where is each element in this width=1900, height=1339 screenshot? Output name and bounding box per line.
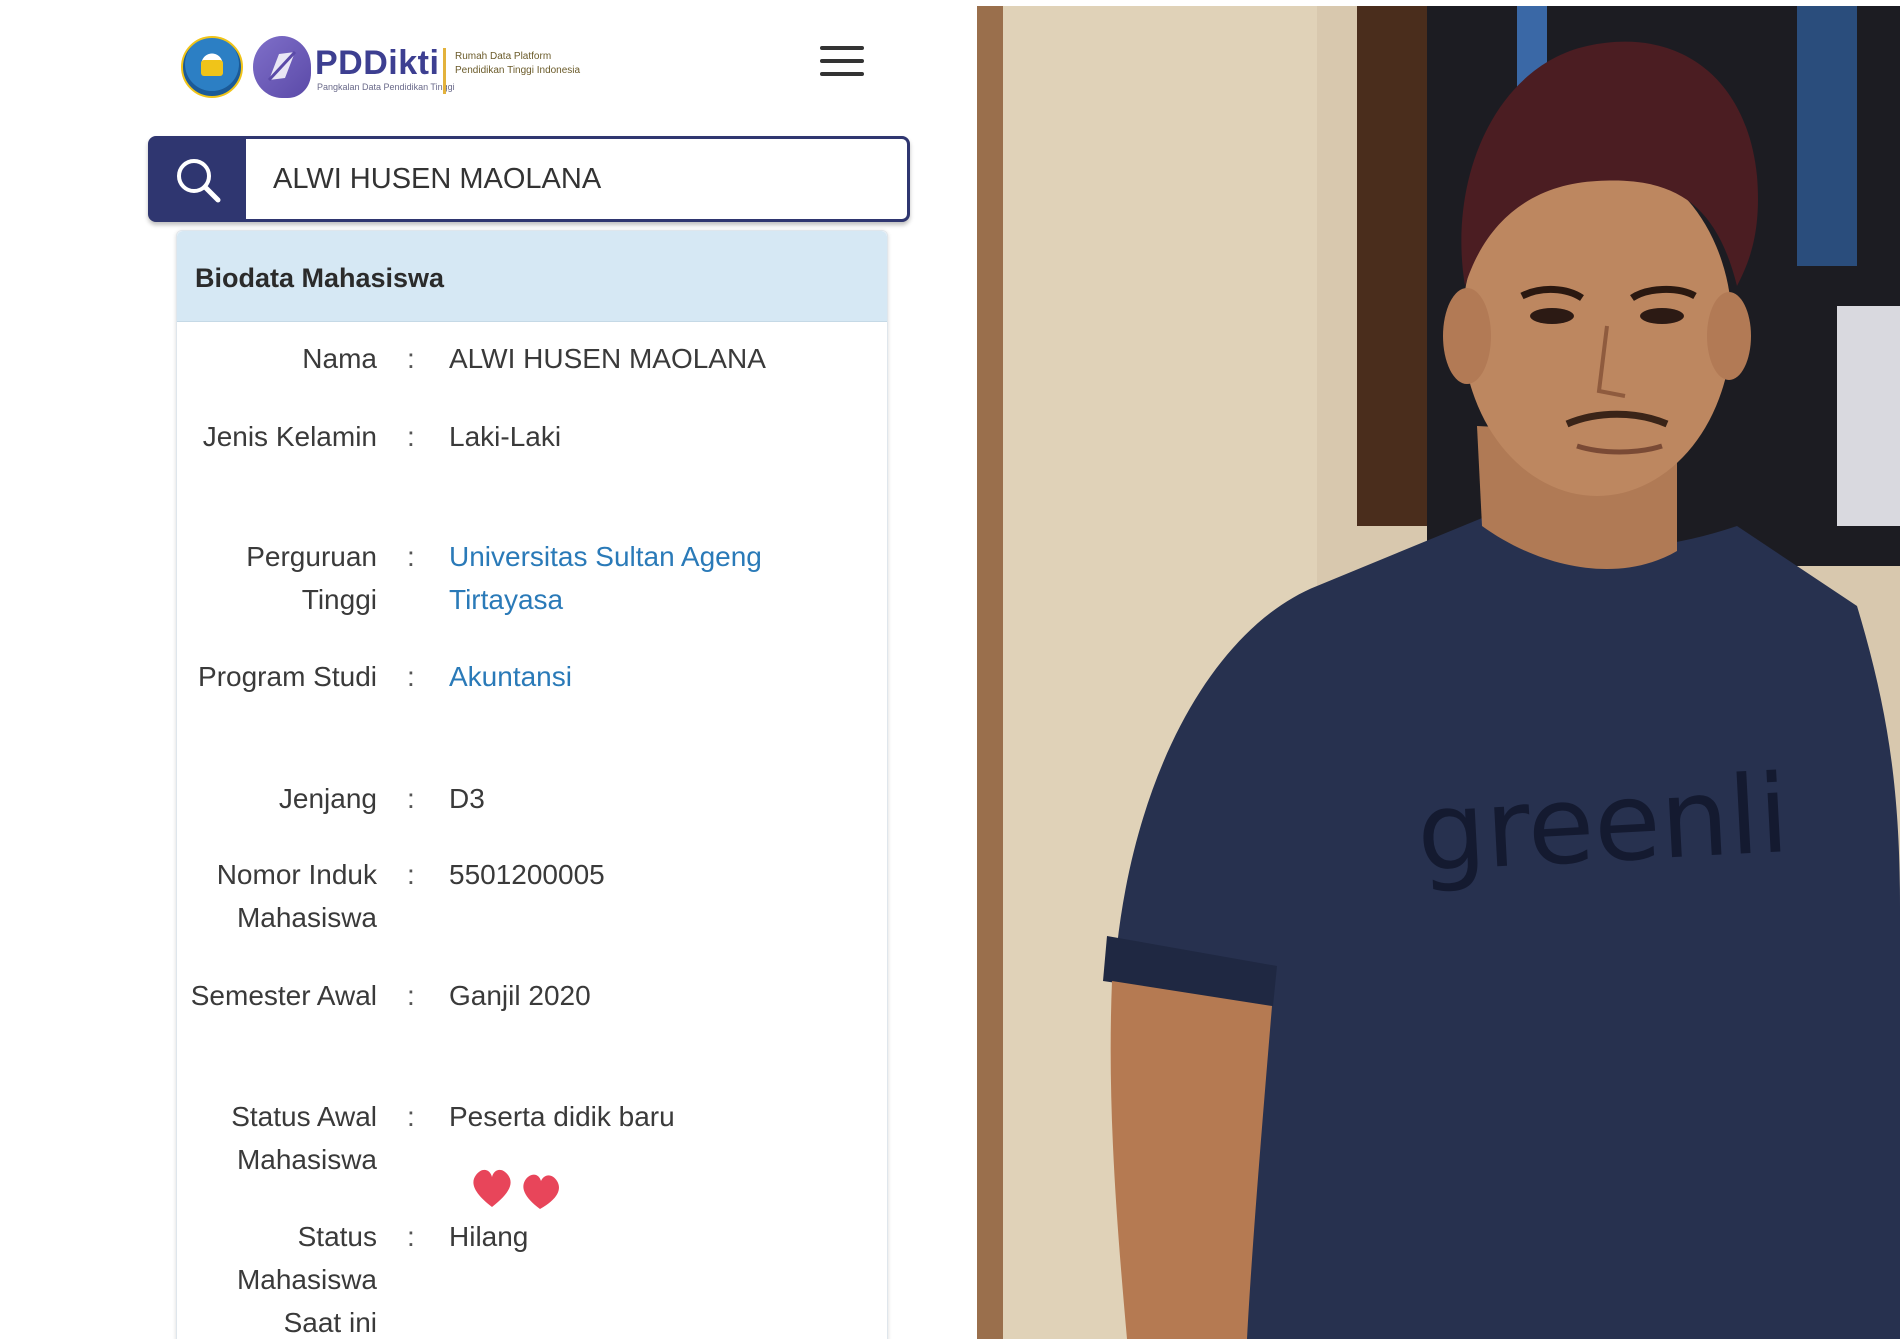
- row-colon: :: [407, 1101, 415, 1132]
- row-label: Jenis Kelamin: [202, 421, 377, 452]
- row-value: 5501200005: [449, 859, 605, 890]
- row-colon: :: [407, 541, 415, 572]
- row-label: Status Mahasiswa Saat ini: [236, 1221, 377, 1338]
- row-value: Hilang: [449, 1221, 529, 1252]
- search-button[interactable]: [151, 139, 246, 219]
- search-icon: [177, 159, 221, 203]
- row-colon: :: [407, 421, 415, 452]
- row-label: Semester Awal: [190, 980, 377, 1011]
- hearts-emoji-icon: [473, 1169, 559, 1209]
- card-title: Biodata Mahasiswa: [195, 263, 445, 293]
- row-value: Ganjil 2020: [449, 980, 591, 1011]
- row-colon: :: [407, 783, 415, 814]
- row-colon: :: [407, 980, 415, 1011]
- card-header: Biodata Mahasiswa: [177, 231, 887, 322]
- shirt-text: greenli: [1414, 752, 1792, 896]
- row-colon: :: [407, 661, 415, 692]
- brand-name[interactable]: PDDikti: [315, 44, 439, 83]
- row-label: Perguruan Tinggi: [246, 541, 377, 615]
- person-photo: greenli: [977, 6, 1900, 1339]
- search-bar: [148, 136, 910, 222]
- row-label: Program Studi: [198, 661, 377, 692]
- program-link[interactable]: Akuntansi: [449, 655, 869, 698]
- phone-screenshot: PDDikti Pangkalan Data Pendidikan Tinggi…: [0, 0, 975, 1339]
- row-colon: :: [407, 1221, 415, 1252]
- row-colon: :: [407, 343, 415, 374]
- site-header: PDDikti Pangkalan Data Pendidikan Tinggi…: [175, 30, 915, 110]
- brand-tagline: Rumah Data Platform Pendidikan Tinggi In…: [455, 51, 581, 76]
- row-colon: :: [407, 859, 415, 890]
- row-value: D3: [449, 783, 485, 814]
- row-label: Nama: [302, 343, 377, 374]
- pddikti-logo-icon[interactable]: [253, 36, 311, 98]
- row-label: Jenjang: [278, 783, 377, 814]
- brand-divider: [443, 48, 446, 94]
- tut-wuri-emblem-icon: [181, 36, 243, 98]
- row-value: Peserta didik baru: [449, 1101, 675, 1132]
- search-input[interactable]: [249, 139, 899, 219]
- row-value: ALWI HUSEN MAOLANA: [449, 343, 766, 374]
- hamburger-menu-icon[interactable]: [820, 46, 864, 82]
- university-link[interactable]: Universitas Sultan Ageng Tirtayasa: [449, 535, 869, 621]
- row-value: Laki-Laki: [449, 421, 562, 452]
- row-label: Status Awal Mahasiswa: [231, 1101, 377, 1175]
- row-label: Nomor Induk Mahasiswa: [216, 859, 377, 933]
